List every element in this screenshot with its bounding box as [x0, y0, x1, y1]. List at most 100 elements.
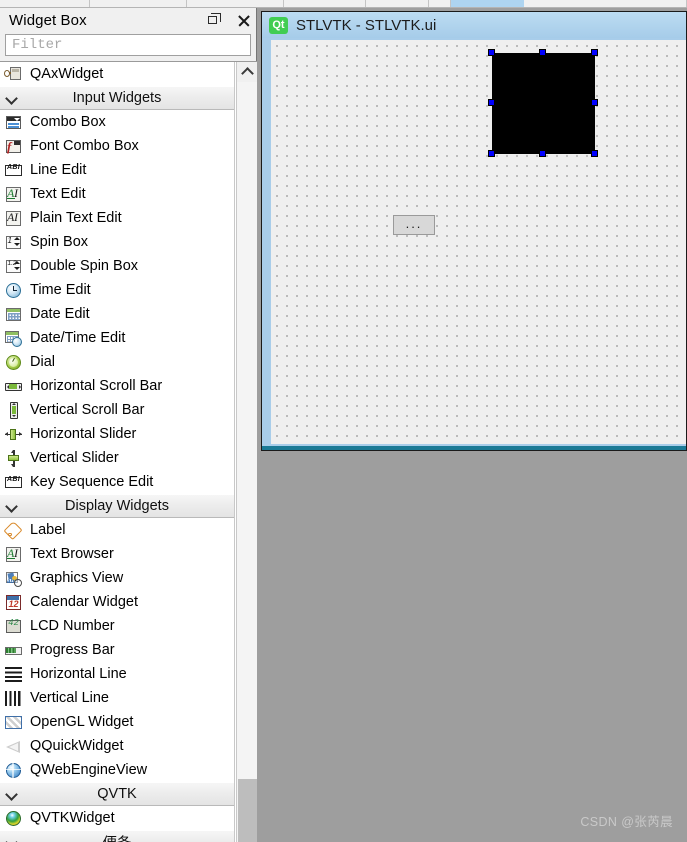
widget-list-item-label: Horizontal Scroll Bar — [30, 377, 163, 394]
widget-list-item-label: Line Edit — [30, 161, 87, 178]
toolbar-segment-7 — [524, 0, 687, 7]
widget-list-item[interactable]: Vertical Scroll Bar — [0, 398, 234, 422]
widget-category-header[interactable]: Display Widgets — [0, 494, 234, 518]
widget-list-item[interactable]: QQuickWidget — [0, 734, 234, 758]
horizontal-slider-icon — [5, 426, 22, 443]
close-button[interactable] — [236, 13, 252, 29]
widget-list-item[interactable]: Date/Time Edit — [0, 326, 234, 350]
vertical-scroll-bar-icon — [5, 401, 22, 419]
widget-list-item[interactable]: A I Text Browser — [0, 542, 234, 566]
widget-box-title: Widget Box — [9, 12, 87, 29]
form-titlebar[interactable]: Qt STLVTK - STLVTK.ui — [262, 12, 686, 38]
widget-list-item[interactable]: 42 LCD Number — [0, 614, 234, 638]
tool-button[interactable]: ... — [393, 215, 435, 235]
widget-list-item-label: Dial — [30, 353, 55, 370]
widget-list-item-label: LCD Number — [30, 617, 115, 634]
resize-handle-sw[interactable] — [487, 149, 495, 157]
widget-list-item[interactable]: QVTKWidget — [0, 806, 234, 830]
widget-category-header[interactable]: QVTK — [0, 782, 234, 806]
toolbar-segment-0 — [0, 0, 90, 7]
qquick-widget-icon — [5, 738, 22, 755]
widget-list-item-label: Horizontal Slider — [30, 425, 137, 442]
widget-list-item-label: Graphics View — [30, 569, 124, 586]
widget-category-label: Input Widgets — [72, 90, 162, 106]
widget-list-area: QAxWidget Input Widgets Combo Box f Font Com… — [0, 61, 257, 842]
resize-handle-e[interactable] — [590, 99, 598, 106]
widget-list-item-label: Label — [30, 521, 66, 538]
chevron-down-icon — [6, 789, 17, 800]
resize-handle-n[interactable] — [539, 48, 546, 56]
qvtk-widget-icon — [5, 810, 22, 827]
font-combo-box-icon: f — [5, 138, 22, 155]
widget-list-item[interactable]: A I Text Edit — [0, 182, 234, 206]
form-window-title: STLVTK - STLVTK.ui — [296, 16, 437, 34]
widget-list-item[interactable]: Vertical Line — [0, 686, 234, 710]
lcd-number-icon: 42 — [5, 618, 22, 635]
widget-list-item[interactable]: Combo Box — [0, 110, 234, 134]
widget-list-item-label: Text Edit — [30, 185, 86, 202]
widget-list-scrollbar[interactable] — [236, 62, 257, 842]
widget-list-item[interactable]: QWebEngineView — [0, 758, 234, 782]
widget-list-item[interactable]: 12 Calendar Widget — [0, 590, 234, 614]
widget-list-item-label: Progress Bar — [30, 641, 115, 658]
widget-list-item[interactable]: Time Edit — [0, 278, 234, 302]
horizontal-scroll-bar-icon — [5, 378, 22, 395]
float-button[interactable] — [206, 13, 222, 29]
dial-icon — [5, 354, 22, 371]
plain-text-edit-icon: AI — [5, 210, 22, 227]
text-browser-icon: AI — [5, 546, 22, 563]
widget-list-item[interactable]: f Font Combo Box — [0, 134, 234, 158]
widget-list-item[interactable]: Dial — [0, 350, 234, 374]
filter-input[interactable] — [10, 36, 250, 54]
widget-list-item[interactable]: Label — [0, 518, 234, 542]
widget-list-item-label: Vertical Line — [30, 689, 109, 706]
widget-list-item[interactable]: Progress Bar — [0, 638, 234, 662]
widget-category-header[interactable]: 便条 — [0, 830, 234, 842]
scroll-up-arrow-icon[interactable] — [237, 62, 257, 82]
opengl-widget-icon — [5, 714, 22, 731]
widget-list-item[interactable]: OpenGL Widget — [0, 710, 234, 734]
form-bottom-edge — [262, 446, 686, 450]
widget-category-header[interactable]: Input Widgets — [0, 86, 234, 110]
resize-handle-se[interactable] — [590, 149, 598, 157]
toolbar-segment-3 — [284, 0, 366, 7]
widget-list-item-label: Plain Text Edit — [30, 209, 122, 226]
form-canvas[interactable]: ... — [271, 40, 686, 444]
scrollbar-thumb[interactable] — [238, 779, 257, 842]
form-window[interactable]: Qt STLVTK - STLVTK.ui ... — [261, 11, 687, 451]
widget-list-item[interactable]: Horizontal Slider — [0, 422, 234, 446]
widget-list-item-label: Key Sequence Edit — [30, 473, 154, 490]
scrollbar-track[interactable] — [237, 82, 257, 842]
resize-handle-s[interactable] — [539, 149, 546, 157]
combo-box-icon — [5, 114, 22, 131]
widget-list-item[interactable]: A I Plain Text Edit — [0, 206, 234, 230]
widget-list-item[interactable]: Horizontal Scroll Bar — [0, 374, 234, 398]
line-edit-icon: ABI — [5, 162, 22, 179]
toolbar-segment-5 — [429, 0, 451, 7]
date-edit-icon — [5, 306, 22, 323]
toolbar-segment-1 — [90, 0, 187, 7]
spin-box-icon: 1 — [5, 234, 22, 251]
chevron-down-icon — [6, 837, 17, 842]
application-window: Widget Box QAxWidget Input Widgets Combo B… — [0, 0, 687, 842]
widget-list-item-label: Spin Box — [30, 233, 89, 250]
widget-list-item[interactable]: QAxWidget — [0, 62, 234, 86]
widget-list-item[interactable]: abc Graphics View — [0, 566, 234, 590]
widget-list-item-label: Double Spin Box — [30, 257, 139, 274]
filter-box[interactable] — [5, 34, 251, 56]
widget-list-item[interactable]: 1 Spin Box — [0, 230, 234, 254]
widget-list-item[interactable]: ABI Key Sequence Edit — [0, 470, 234, 494]
widget-list[interactable]: QAxWidget Input Widgets Combo Box f Font Com… — [0, 62, 235, 842]
widget-list-item[interactable]: Horizontal Line — [0, 662, 234, 686]
widget-list-item[interactable]: ABI Line Edit — [0, 158, 234, 182]
widget-list-item-label: Vertical Slider — [30, 449, 119, 466]
widget-list-item[interactable]: Vertical Slider — [0, 446, 234, 470]
resize-handle-ne[interactable] — [590, 48, 598, 56]
widget-list-item[interactable]: 1.2 Double Spin Box — [0, 254, 234, 278]
resize-handle-nw[interactable] — [487, 48, 495, 56]
widget-list-item[interactable]: Date Edit — [0, 302, 234, 326]
selected-widget[interactable] — [492, 53, 595, 154]
widget-box-titlebar: Widget Box — [0, 8, 256, 33]
widget-list-item-label: Vertical Scroll Bar — [30, 401, 145, 418]
resize-handle-w[interactable] — [487, 99, 495, 106]
